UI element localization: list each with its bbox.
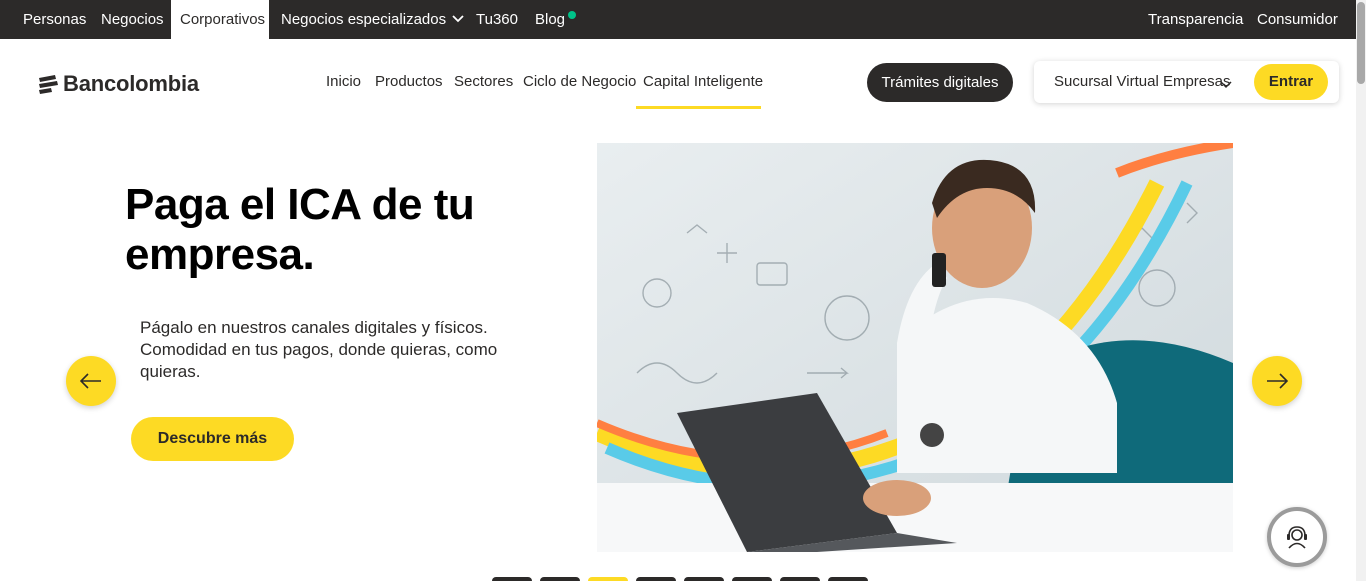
sucursal-select[interactable]: Sucursal Virtual Empresas — [1054, 61, 1230, 103]
nav-item-inicio[interactable]: Inicio — [326, 73, 361, 90]
carousel-dot[interactable] — [636, 577, 676, 581]
scrollbar-thumb[interactable] — [1357, 2, 1365, 84]
topbar-item-personas[interactable]: Personas — [23, 0, 86, 39]
carousel-dot[interactable] — [732, 577, 772, 581]
descubre-mas-button[interactable]: Descubre más — [131, 417, 294, 461]
topbar-item-consumidor[interactable]: Consumidor — [1257, 0, 1338, 39]
carousel-dot[interactable] — [540, 577, 580, 581]
carousel-dot[interactable] — [492, 577, 532, 581]
carousel-dot[interactable] — [684, 577, 724, 581]
active-nav-indicator — [636, 106, 761, 109]
bancolombia-logo-icon — [39, 75, 58, 94]
sucursal-virtual-login: Sucursal Virtual Empresas Entrar — [1034, 61, 1339, 103]
entrar-button[interactable]: Entrar — [1254, 64, 1328, 100]
carousel-next-button[interactable] — [1252, 356, 1302, 406]
carousel-prev-button[interactable] — [66, 356, 116, 406]
arrow-left-icon — [80, 373, 101, 389]
nav-item-sectores[interactable]: Sectores — [454, 73, 513, 90]
topbar-item-negocios[interactable]: Negocios — [101, 0, 164, 39]
nav-item-ciclo-de-negocio[interactable]: Ciclo de Negocio — [523, 73, 636, 90]
topbar-item-transparencia[interactable]: Transparencia — [1148, 0, 1243, 39]
carousel-dot-active[interactable] — [588, 577, 628, 581]
chevron-down-icon — [452, 0, 464, 38]
hero-image: . — [597, 143, 1233, 552]
nav-item-productos[interactable]: Productos — [375, 73, 443, 90]
arrow-right-icon — [1267, 373, 1288, 389]
hero-title: Paga el ICA de tu empresa. — [125, 180, 475, 279]
support-agent-icon — [1287, 526, 1307, 549]
topbar-item-corporativos[interactable]: Corporativos — [171, 0, 269, 39]
carousel-indicators — [492, 577, 868, 581]
bancolombia-logo[interactable]: Bancolombia — [37, 70, 199, 98]
tramites-digitales-button[interactable]: Trámites digitales — [867, 63, 1013, 102]
top-navigation-bar: Personas Negocios Corporativos Negocios … — [0, 0, 1356, 39]
topbar-item-label: Negocios especializados — [281, 11, 447, 28]
chevron-down-icon[interactable] — [1220, 76, 1232, 94]
topbar-item-negocios-especializados[interactable]: Negocios especializados — [281, 0, 464, 39]
logo-text: Bancolombia — [63, 71, 199, 96]
blog-notification-dot — [568, 11, 576, 19]
nav-item-capital-inteligente[interactable]: Capital Inteligente — [643, 73, 763, 90]
hero-photo-illustration: . — [597, 143, 1233, 552]
hero-description: Págalo en nuestros canales digitales y f… — [140, 318, 498, 381]
topbar-item-blog[interactable]: Blog — [535, 0, 565, 39]
carousel-dot[interactable] — [780, 577, 820, 581]
topbar-item-tu360[interactable]: Tu360 — [476, 0, 518, 39]
help-chat-button[interactable] — [1267, 507, 1327, 567]
page-scrollbar[interactable] — [1356, 0, 1366, 581]
carousel-dot[interactable] — [828, 577, 868, 581]
